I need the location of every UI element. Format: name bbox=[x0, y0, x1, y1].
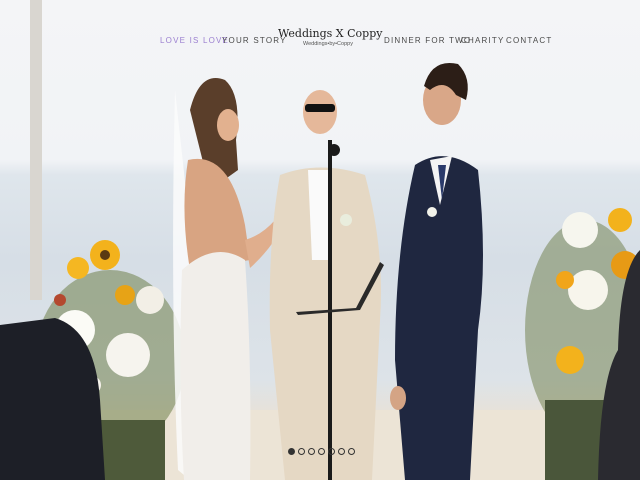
nav-link-contact[interactable]: CONTACT bbox=[506, 36, 552, 45]
slider-dot-2[interactable] bbox=[298, 448, 305, 455]
slider-dot-1[interactable] bbox=[288, 448, 295, 455]
slider-dot-6[interactable] bbox=[338, 448, 345, 455]
slider-dot-4[interactable] bbox=[318, 448, 325, 455]
logo-subtitle: Weddings•by•Coppy bbox=[303, 41, 353, 47]
slider-pagination bbox=[288, 448, 355, 456]
nav-link-your-story[interactable]: YOUR STORY bbox=[222, 36, 287, 45]
nav-link-dinner-for-two[interactable]: DINNER FOR TWO bbox=[384, 36, 471, 45]
logo-title: Weddings X Coppy bbox=[278, 27, 383, 40]
nav-link-charity[interactable]: CHARITY bbox=[461, 36, 505, 45]
slider-dot-3[interactable] bbox=[308, 448, 315, 455]
officiant bbox=[269, 90, 384, 480]
site-logo[interactable]: Weddings X Coppy Weddings•by•Coppy bbox=[278, 27, 383, 48]
hero-photo bbox=[0, 0, 640, 480]
hero-slideshow: LOVE IS LOVE YOUR STORY Weddings X Coppy… bbox=[0, 0, 640, 480]
nav-link-love-is-love[interactable]: LOVE IS LOVE bbox=[160, 36, 229, 45]
groom bbox=[390, 62, 483, 480]
slider-dot-5[interactable] bbox=[328, 448, 335, 455]
slider-dot-7[interactable] bbox=[348, 448, 355, 455]
main-navigation: LOVE IS LOVE YOUR STORY Weddings X Coppy… bbox=[0, 0, 640, 70]
